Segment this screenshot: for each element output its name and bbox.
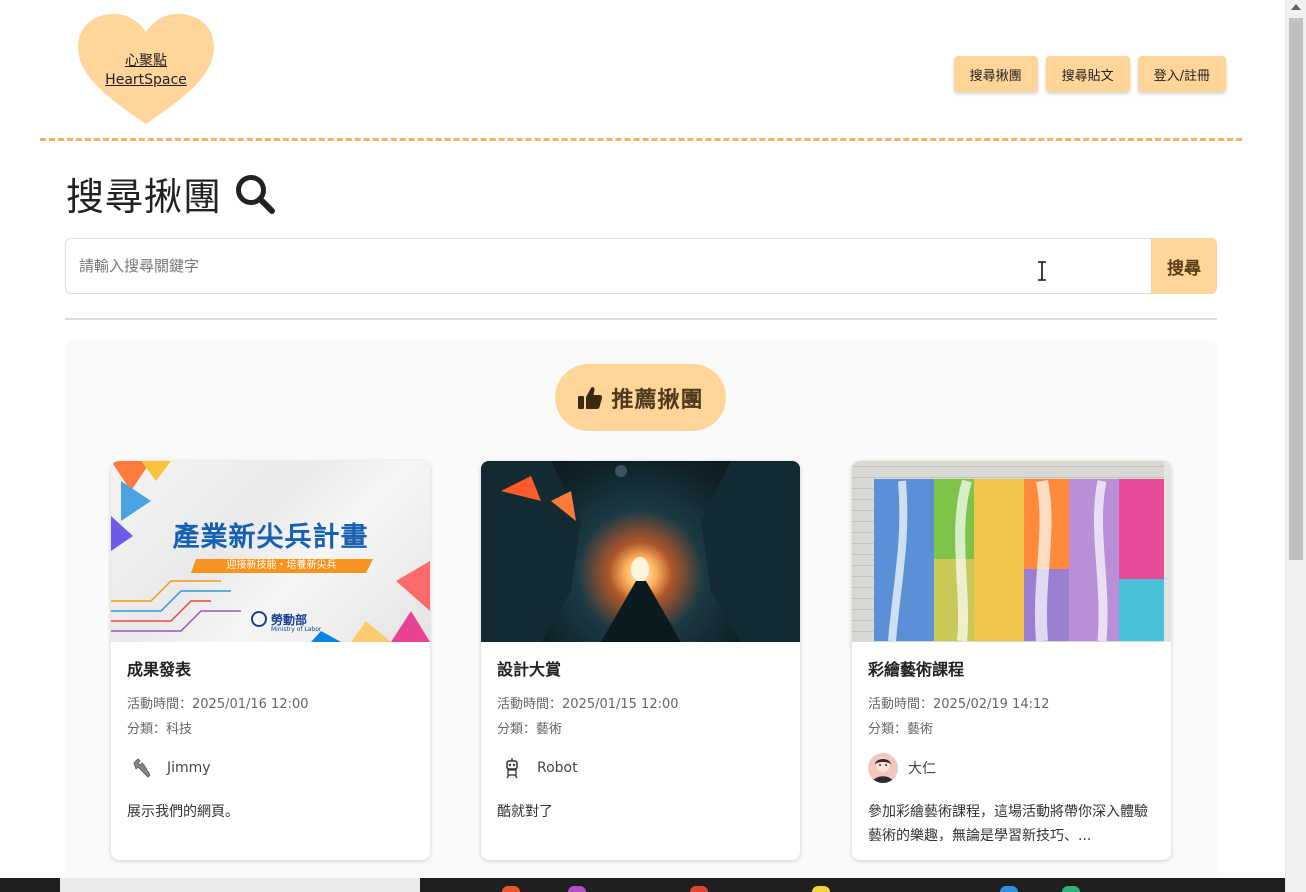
taskbar-app-icon[interactable] [568, 886, 586, 892]
recommend-label: 推薦揪團 [611, 387, 704, 413]
group-card[interactable]: 彩繪藝術課程 活動時間：2025/02/19 14:12 分類：藝術 大仁 參加… [852, 461, 1171, 860]
card-category: 分類：科技 [127, 722, 193, 737]
card-title[interactable]: 設計大賞 [497, 656, 784, 680]
avatar [497, 753, 527, 783]
nav-search-groups-button[interactable]: 搜尋揪團 [953, 56, 1038, 92]
logo-line-2[interactable]: HeartSpace [78, 71, 214, 90]
card-time: 活動時間：2025/02/19 14:12 [868, 697, 1050, 712]
scroll-up-arrow-icon[interactable] [1291, 4, 1301, 10]
colorful-mural-graphic [874, 461, 1171, 642]
card-author[interactable]: 大仁 [868, 752, 1155, 784]
avatar [868, 753, 898, 783]
avatar [127, 753, 157, 783]
card-image-title: 產業新尖兵計畫 [172, 522, 369, 553]
logo-text[interactable]: 心聚點 HeartSpace [78, 52, 214, 90]
wrench-icon [133, 758, 151, 778]
vertical-scrollbar[interactable] [1285, 0, 1306, 892]
page-title: 搜尋揪團 [66, 166, 276, 221]
search-icon [236, 174, 276, 214]
card-image: 產業新尖兵計畫 迎接新技能・培養新尖兵 勞動部 Ministry of Labo… [111, 461, 430, 642]
card-category: 分類：藝術 [497, 722, 563, 737]
card-title[interactable]: 成果發表 [127, 656, 414, 680]
card-category: 分類：藝術 [868, 722, 934, 737]
header-divider [40, 138, 1242, 141]
card-image [852, 461, 1171, 642]
group-card[interactable]: 產業新尖兵計畫 迎接新技能・培養新尖兵 勞動部 Ministry of Labo… [111, 461, 430, 860]
card-title[interactable]: 彩繪藝術課程 [868, 656, 1155, 680]
thumbs-up-icon [578, 386, 603, 409]
recommend-badge: 推薦揪團 [555, 364, 726, 431]
group-card[interactable]: 設計大賞 活動時間：2025/01/15 12:00 分類：藝術 Robot 酷… [481, 461, 800, 860]
person-avatar-icon [872, 758, 894, 783]
card-image [481, 461, 800, 642]
card-description: 展示我們的網頁。 [127, 804, 239, 820]
robot-icon [506, 758, 518, 779]
taskbar-search-area[interactable] [60, 878, 420, 892]
card-image-org-en: Ministry of Labor [271, 626, 322, 633]
card-author[interactable]: Jimmy [127, 752, 414, 784]
card-author[interactable]: Robot [497, 752, 784, 784]
scrollbar-thumb[interactable] [1289, 18, 1303, 560]
card-image-subtitle: 迎接新技能・培養新尖兵 [226, 560, 337, 571]
card-description: 參加彩繪藝術課程，這場活動將帶你深入體驗藝術的樂趣，無論是學習新技巧、... [868, 804, 1148, 844]
card-time: 活動時間：2025/01/15 12:00 [497, 697, 679, 712]
logo-line-1[interactable]: 心聚點 [78, 52, 214, 71]
search-input[interactable] [65, 238, 1151, 294]
taskbar-app-icon[interactable] [690, 886, 708, 892]
logo[interactable]: 心聚點 HeartSpace [78, 14, 214, 126]
card-time: 活動時間：2025/01/16 12:00 [127, 697, 309, 712]
taskbar [0, 878, 1285, 892]
taskbar-app-icon[interactable] [1062, 886, 1080, 892]
taskbar-app-icon[interactable] [502, 886, 520, 892]
author-name: Jimmy [167, 760, 211, 776]
taskbar-app-icon[interactable] [1000, 886, 1018, 892]
author-name: Robot [537, 760, 578, 776]
text-cursor-icon [1038, 261, 1046, 281]
taskbar-app-icon[interactable] [812, 886, 830, 892]
search-button[interactable]: 搜尋 [1151, 238, 1217, 294]
nav-search-posts-button[interactable]: 搜尋貼文 [1045, 56, 1130, 92]
author-name: 大仁 [908, 761, 936, 777]
nav-login-register-button[interactable]: 登入/註冊 [1137, 56, 1226, 92]
section-divider [65, 318, 1217, 320]
top-nav: 搜尋揪團 搜尋貼文 登入/註冊 [953, 56, 1226, 92]
card-description: 酷就對了 [497, 804, 553, 820]
page-title-text: 搜尋揪團 [66, 175, 223, 219]
sci-fi-corridor-graphic [481, 461, 800, 642]
